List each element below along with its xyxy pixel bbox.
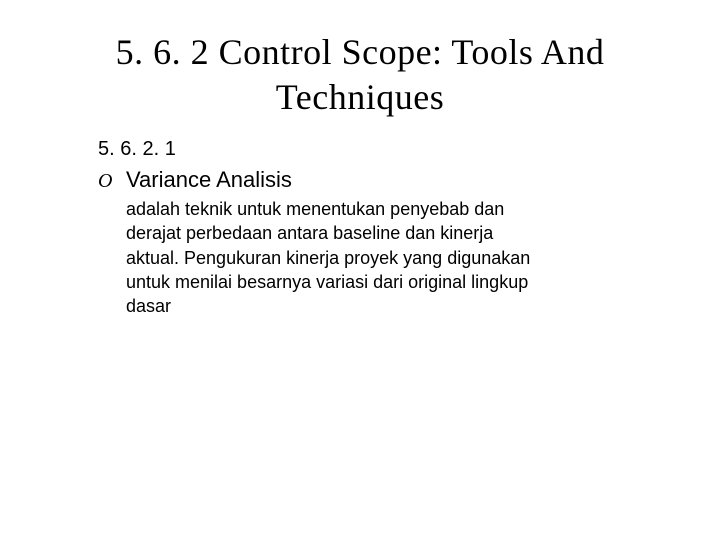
- item-description: adalah teknik untuk menentukan penyebab …: [98, 197, 650, 318]
- bullet-marker: O: [98, 170, 116, 193]
- section-number: 5. 6. 2. 1: [98, 138, 650, 161]
- list-item: O Variance Analisis: [98, 167, 650, 193]
- slide: 5. 6. 2 Control Scope: Tools And Techniq…: [0, 0, 720, 540]
- content-block: 5. 6. 2. 1 O Variance Analisis adalah te…: [70, 138, 650, 318]
- item-title: Variance Analisis: [126, 167, 292, 193]
- slide-title: 5. 6. 2 Control Scope: Tools And Techniq…: [70, 30, 650, 120]
